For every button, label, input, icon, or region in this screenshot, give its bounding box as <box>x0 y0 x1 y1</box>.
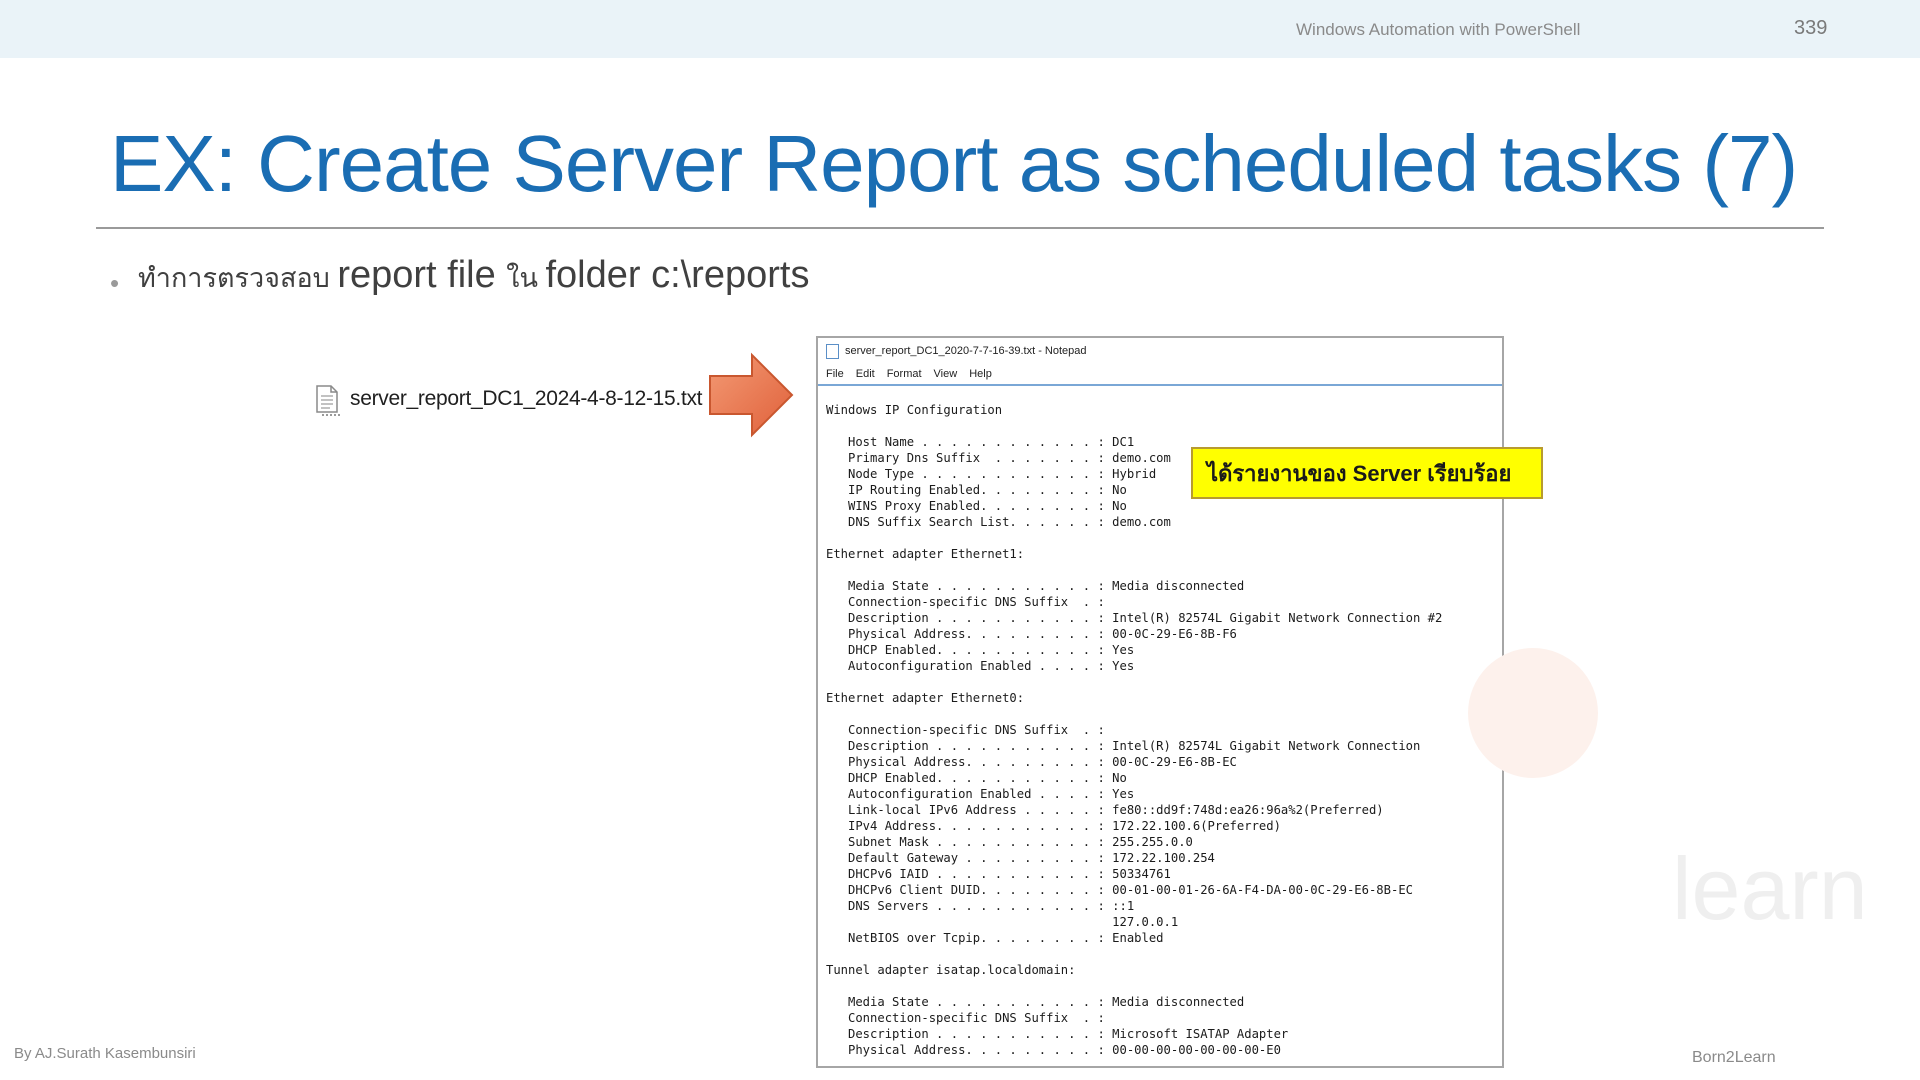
report-file-name: server_report_DC1_2024-4-8-12-15.txt <box>350 387 703 410</box>
watermark-text: learn <box>1672 839 1868 938</box>
menu-view[interactable]: View <box>934 368 958 380</box>
page-number: 339 <box>1794 17 1828 39</box>
menu-file[interactable]: File <box>826 368 844 380</box>
bullet-marker: • <box>110 268 120 298</box>
notepad-menubar: File Edit Format View Help <box>818 364 1502 386</box>
notepad-titlebar[interactable]: server_report_DC1_2020-7-7-16-39.txt - N… <box>818 338 1502 364</box>
bullet-text: ทำการตรวจสอบ report file ใน folder c:\re… <box>138 254 809 299</box>
footer-author: By AJ.Surath Kasembunsiri <box>14 1045 196 1062</box>
bullet-thai-1: ทำการตรวจสอบ <box>138 263 338 293</box>
course-title: Windows Automation with PowerShell <box>1296 20 1581 39</box>
header-bar <box>0 0 1920 58</box>
notepad-window: server_report_DC1_2020-7-7-16-39.txt - N… <box>816 336 1504 1068</box>
notepad-title: server_report_DC1_2020-7-7-16-39.txt - N… <box>845 345 1087 357</box>
bullet-en-2: folder c:\reports <box>545 254 810 296</box>
text-file-icon <box>316 385 338 413</box>
callout-note: ได้รายงานของ Server เรียบร้อย <box>1191 447 1543 499</box>
slide-title: EX: Create Server Report as scheduled ta… <box>110 119 1798 208</box>
footer-brand: Born2Learn <box>1692 1049 1776 1066</box>
report-file-item[interactable]: server_report_DC1_2024-4-8-12-15.txt <box>316 385 703 413</box>
title-divider <box>96 227 1824 229</box>
bullet-thai-2: ใน <box>506 263 546 293</box>
right-arrow-icon <box>708 352 794 443</box>
watermark-logo <box>1468 648 1598 778</box>
menu-help[interactable]: Help <box>969 368 992 380</box>
menu-format[interactable]: Format <box>887 368 922 380</box>
menu-edit[interactable]: Edit <box>856 368 875 380</box>
notepad-icon <box>826 343 839 359</box>
file-selection-dots <box>322 414 340 416</box>
bullet-en-1: report file <box>337 254 507 296</box>
